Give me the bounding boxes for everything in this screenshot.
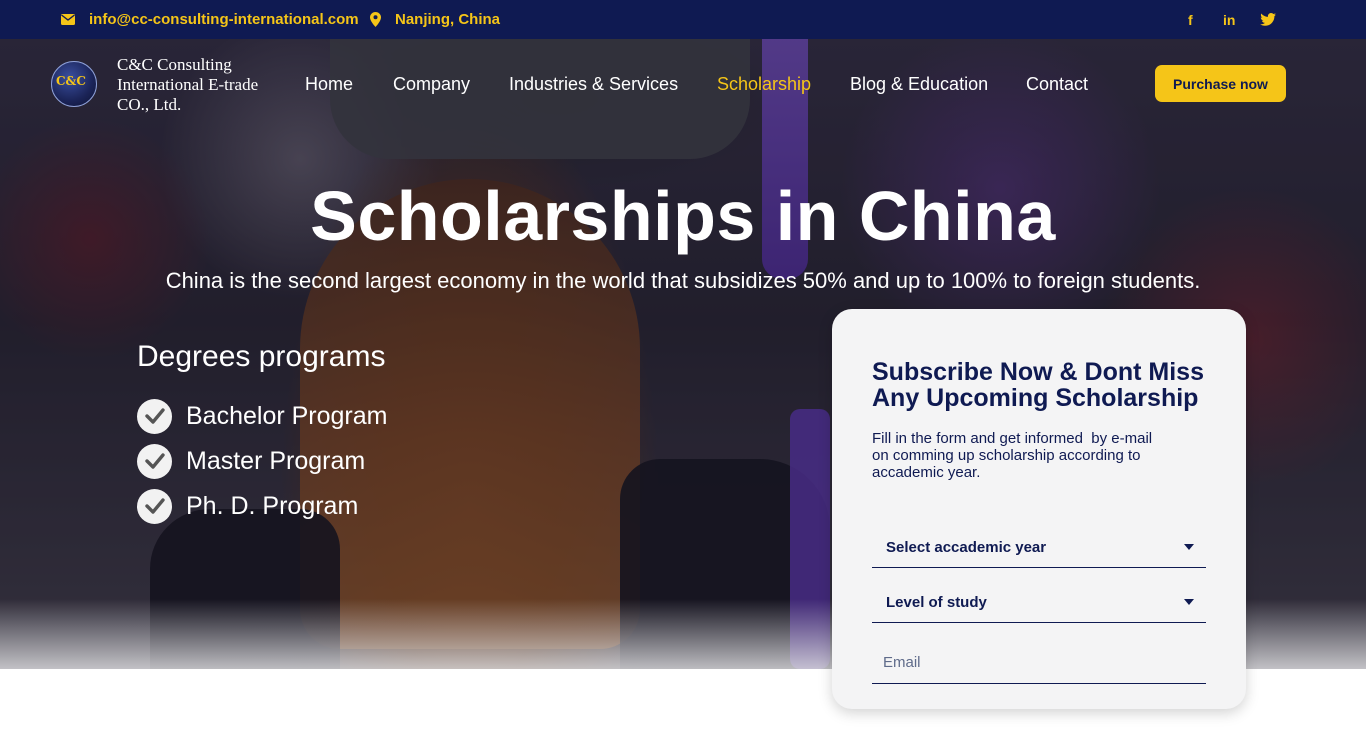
hero-subtitle: China is the second largest economy in t… <box>165 268 1201 293</box>
degrees-heading: Degrees programs <box>137 340 386 373</box>
email-text: info@cc-consulting-international.com <box>89 11 359 28</box>
company-logo[interactable]: C&C <box>51 61 97 107</box>
purchase-now-button[interactable]: Purchase now <box>1155 65 1286 102</box>
program-label: Ph. D. Program <box>186 491 359 520</box>
linkedin-icon[interactable]: in <box>1223 0 1235 39</box>
location-text: Nanjing, China <box>395 11 500 28</box>
subscribe-description: Fill in the form and get informed by e-m… <box>872 430 1202 481</box>
program-label: Master Program <box>186 446 366 475</box>
brand-line-1: C&C Consulting <box>117 55 232 74</box>
program-item-phd: Ph. D. Program <box>137 488 358 524</box>
program-item-bachelor: Bachelor Program <box>137 398 387 434</box>
level-of-study-select[interactable]: Level of study <box>872 583 1206 623</box>
academic-year-select[interactable]: Select accademic year <box>872 528 1206 568</box>
subscribe-text-line-2: on comming up scholarship according to <box>872 447 1141 464</box>
subscribe-title-line-2: Any Upcoming Scholarship <box>872 384 1199 412</box>
subscribe-card: Subscribe Now & Dont Miss Any Upcoming S… <box>832 309 1246 709</box>
twitter-bird-icon <box>1260 13 1276 26</box>
facebook-icon[interactable]: f <box>1188 0 1193 39</box>
subscribe-text-line-3: accademic year. <box>872 464 981 481</box>
subscribe-text-line-1: Fill in the form and get informed by e-m… <box>872 430 1153 447</box>
caret-down-icon <box>1184 544 1194 550</box>
brand-line-2: International E-trade <box>117 75 259 94</box>
nav-home[interactable]: Home <box>305 70 353 98</box>
brand-name[interactable]: C&C Consulting International E-trade CO.… <box>117 55 297 115</box>
twitter-icon[interactable] <box>1260 0 1276 39</box>
check-circle-icon <box>137 443 172 479</box>
nav-contact[interactable]: Contact <box>1026 70 1088 98</box>
top-bar: info@cc-consulting-international.com Nan… <box>0 0 1366 39</box>
nav-blog-education[interactable]: Blog & Education <box>850 70 988 98</box>
subscribe-title: Subscribe Now & Dont Miss Any Upcoming S… <box>872 359 1222 411</box>
caret-down-icon <box>1184 599 1194 605</box>
check-circle-icon <box>137 488 172 524</box>
nav-scholarship[interactable]: Scholarship <box>717 70 811 98</box>
topbar-email[interactable]: info@cc-consulting-international.com <box>61 0 359 39</box>
page-title: Scholarships in China <box>310 177 1056 255</box>
check-circle-icon <box>137 398 172 434</box>
email-input[interactable] <box>872 642 1206 684</box>
program-item-master: Master Program <box>137 443 365 479</box>
academic-year-value: Select accademic year <box>886 539 1047 556</box>
subscribe-title-line-1: Subscribe Now & Dont Miss <box>872 358 1204 386</box>
nav-company[interactable]: Company <box>393 70 470 98</box>
program-label: Bachelor Program <box>186 401 388 430</box>
envelope-icon <box>61 14 75 25</box>
brand-line-3: CO., Ltd. <box>117 95 182 114</box>
topbar-location: Nanjing, China <box>370 0 500 39</box>
nav-industries-services[interactable]: Industries & Services <box>509 70 678 98</box>
logo-text: C&C <box>56 74 86 88</box>
map-pin-icon <box>370 12 381 27</box>
level-of-study-value: Level of study <box>886 594 987 611</box>
